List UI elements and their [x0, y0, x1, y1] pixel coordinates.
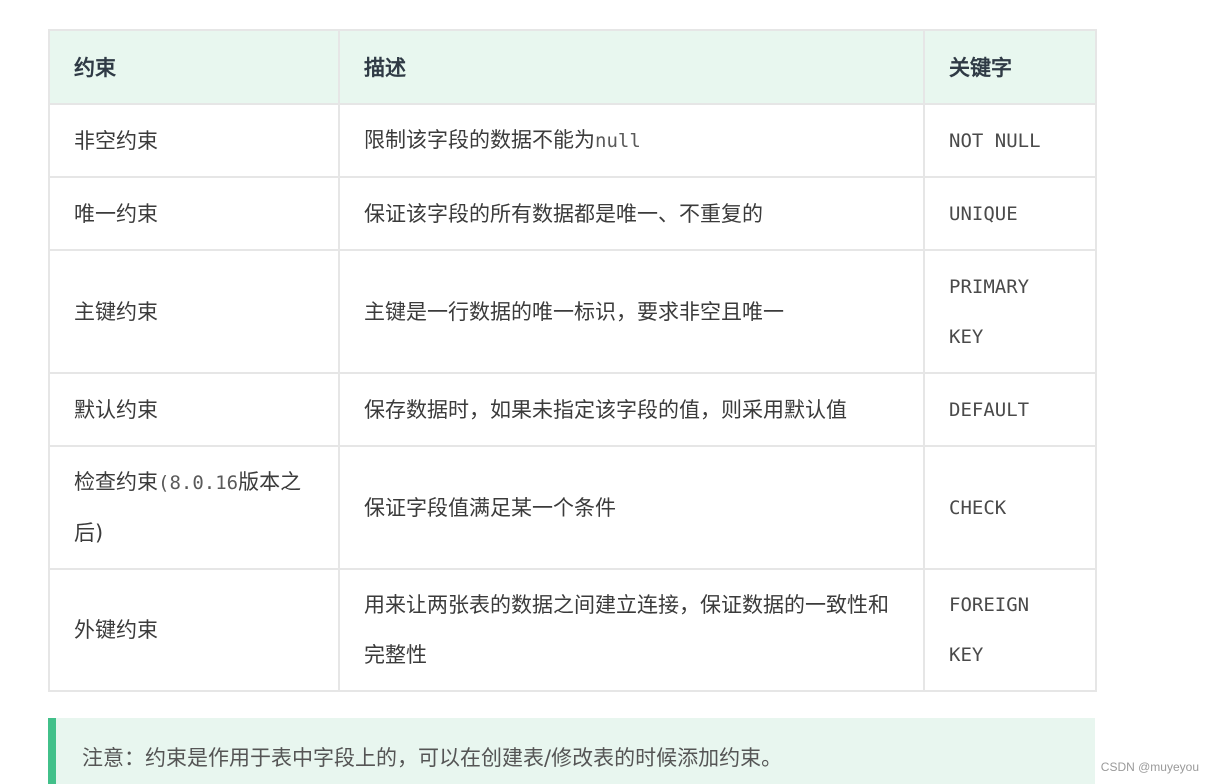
constraint-description: 保证该字段的所有数据都是唯一、不重复的 [338, 176, 925, 251]
constraint-name: 唯一约束 [48, 176, 340, 251]
constraint-name-text: 检查约束 [74, 470, 158, 494]
constraint-description: 主键是一行数据的唯一标识，要求非空且唯一 [338, 249, 925, 374]
header-description: 描述 [338, 29, 925, 105]
constraint-keyword: FOREIGN KEY [923, 568, 1097, 692]
note-text: 注意：约束是作用于表中字段上的，可以在创建表/修改表的时候添加约束。 [82, 746, 783, 770]
constraint-name: 非空约束 [48, 103, 340, 178]
constraint-keyword: NOT NULL [923, 103, 1097, 178]
version-note: (8.0.16 [158, 472, 239, 494]
constraint-description: 用来让两张表的数据之间建立连接，保证数据的一致性和完整性 [338, 568, 925, 692]
table-header-row: 约束 描述 关键字 [48, 29, 1097, 105]
header-keyword: 关键字 [923, 29, 1097, 105]
note-callout: 注意：约束是作用于表中字段上的，可以在创建表/修改表的时候添加约束。 [48, 718, 1095, 784]
table-row: 唯一约束 保证该字段的所有数据都是唯一、不重复的 UNIQUE [48, 176, 1097, 251]
constraint-description: 保存数据时，如果未指定该字段的值，则采用默认值 [338, 372, 925, 447]
constraint-name: 主键约束 [48, 249, 340, 374]
constraint-description: 限制该字段的数据不能为null [338, 103, 925, 178]
constraint-table: 约束 描述 关键字 非空约束 限制该字段的数据不能为null NOT NULL … [48, 29, 1097, 692]
table-row: 检查约束(8.0.16版本之后) 保证字段值满足某一个条件 CHECK [48, 445, 1097, 570]
table-row: 默认约束 保存数据时，如果未指定该字段的值，则采用默认值 DEFAULT [48, 372, 1097, 447]
table-row: 主键约束 主键是一行数据的唯一标识，要求非空且唯一 PRIMARY KEY [48, 249, 1097, 374]
constraint-name: 外键约束 [48, 568, 340, 692]
constraint-name: 默认约束 [48, 372, 340, 447]
constraint-keyword: UNIQUE [923, 176, 1097, 251]
table-row: 外键约束 用来让两张表的数据之间建立连接，保证数据的一致性和完整性 FOREIG… [48, 568, 1097, 692]
constraint-description: 保证字段值满足某一个条件 [338, 445, 925, 570]
watermark: CSDN @muyeyou [1100, 760, 1199, 774]
table-row: 非空约束 限制该字段的数据不能为null NOT NULL [48, 103, 1097, 178]
description-text: 限制该字段的数据不能为 [364, 128, 595, 152]
description-code: null [595, 130, 641, 152]
constraint-keyword: CHECK [923, 445, 1097, 570]
header-constraint: 约束 [48, 29, 340, 105]
constraint-keyword: PRIMARY KEY [923, 249, 1097, 374]
constraint-name: 检查约束(8.0.16版本之后) [48, 445, 340, 570]
constraint-keyword: DEFAULT [923, 372, 1097, 447]
